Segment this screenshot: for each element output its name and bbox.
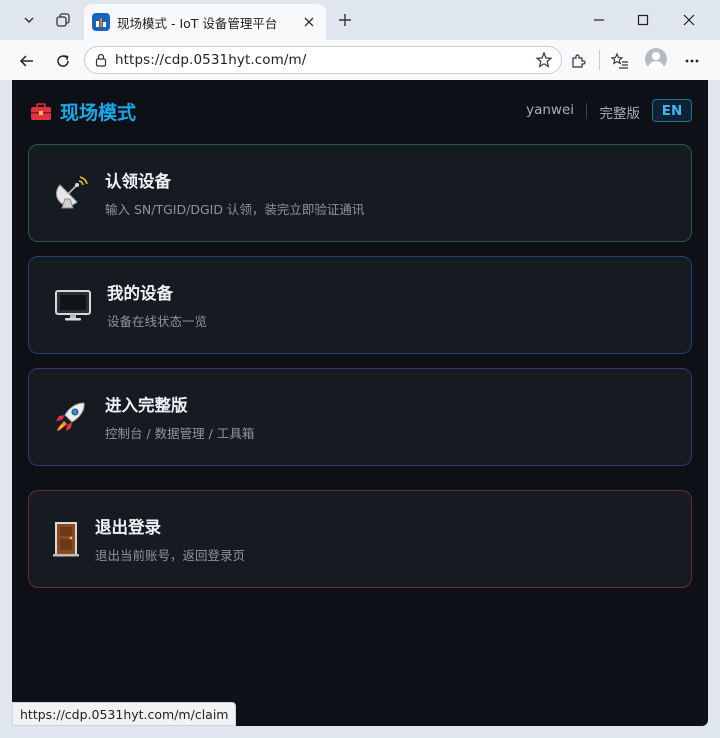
page-viewport: 现场模式 yanwei 完整版 EN 认领设备 输入 SN/TGID/DGID … <box>12 80 708 726</box>
full-version-link[interactable]: 完整版 <box>600 102 641 122</box>
monitor-icon <box>53 285 93 325</box>
maximize-icon <box>637 14 649 26</box>
my-devices-card[interactable]: 我的设备 设备在线状态一览 <box>28 256 692 354</box>
status-bar-url: https://cdp.0531hyt.com/m/claim <box>12 702 237 726</box>
back-button[interactable] <box>16 50 38 72</box>
card-title: 我的设备 <box>107 284 173 303</box>
url-text: https://cdp.0531hyt.com/m/ <box>115 52 307 68</box>
card-subtitle: 控制台 / 数据管理 / 工具箱 <box>105 426 255 441</box>
more-menu-button[interactable] <box>681 50 703 72</box>
workspaces-button[interactable] <box>48 7 78 33</box>
language-toggle-button[interactable]: EN <box>652 99 692 122</box>
door-icon <box>51 519 81 559</box>
extensions-button[interactable] <box>568 50 590 72</box>
refresh-button[interactable] <box>52 50 74 72</box>
tab-close-button[interactable] <box>300 13 318 31</box>
app-header: 现场模式 yanwei 完整版 EN <box>12 80 708 142</box>
new-tab-button[interactable] <box>334 9 356 31</box>
chevron-down-icon <box>24 17 34 24</box>
card-title: 退出登录 <box>95 518 161 537</box>
tab-actions-icon <box>56 13 70 27</box>
profile-avatar[interactable] <box>645 48 667 70</box>
enter-full-version-card[interactable]: 进入完整版 控制台 / 数据管理 / 工具箱 <box>28 368 692 466</box>
minimize-button[interactable] <box>588 9 610 31</box>
card-title: 进入完整版 <box>105 396 188 415</box>
tab-list-button[interactable] <box>14 7 44 33</box>
favorite-star-button[interactable] <box>535 51 553 73</box>
current-username: yanwei <box>526 102 574 118</box>
close-icon <box>304 17 314 27</box>
card-title: 认领设备 <box>105 172 171 191</box>
claim-device-card[interactable]: 认领设备 输入 SN/TGID/DGID 认领，装完立即验证通讯 <box>28 144 692 242</box>
card-subtitle: 退出当前账号，返回登录页 <box>95 548 246 563</box>
favorites-list-icon <box>611 52 628 69</box>
url-field[interactable]: https://cdp.0531hyt.com/m/ <box>84 46 562 74</box>
lock-icon <box>95 53 107 67</box>
tab-title: 现场模式 - IoT 设备管理平台 <box>117 15 278 31</box>
maximize-button[interactable] <box>632 9 654 31</box>
close-window-button[interactable] <box>678 9 700 31</box>
refresh-icon <box>57 55 69 67</box>
more-dots-icon <box>685 59 699 63</box>
arrow-left-icon <box>19 55 33 67</box>
satellite-dish-icon <box>51 173 91 213</box>
puzzle-icon <box>572 54 586 68</box>
browser-tab-bar: 现场模式 - IoT 设备管理平台 <box>0 0 720 40</box>
rocket-icon <box>51 397 91 437</box>
favorites-button[interactable] <box>609 50 631 72</box>
page-title: 现场模式 <box>60 102 137 124</box>
star-icon <box>535 51 553 68</box>
header-divider <box>586 103 587 119</box>
window-bottom-frame <box>0 726 720 738</box>
card-subtitle: 输入 SN/TGID/DGID 认领，装完立即验证通讯 <box>105 202 365 217</box>
toolbar-divider <box>599 50 600 70</box>
toolbox-icon <box>31 103 51 120</box>
address-bar-row: https://cdp.0531hyt.com/m/ <box>0 40 720 80</box>
browser-tab-active[interactable]: 现场模式 - IoT 设备管理平台 <box>84 4 326 40</box>
site-favicon-icon <box>92 13 110 31</box>
logout-card[interactable]: 退出登录 退出当前账号，返回登录页 <box>28 490 692 588</box>
close-icon <box>683 14 695 26</box>
minimize-icon <box>594 19 604 21</box>
plus-icon <box>339 14 351 26</box>
card-subtitle: 设备在线状态一览 <box>107 314 208 329</box>
